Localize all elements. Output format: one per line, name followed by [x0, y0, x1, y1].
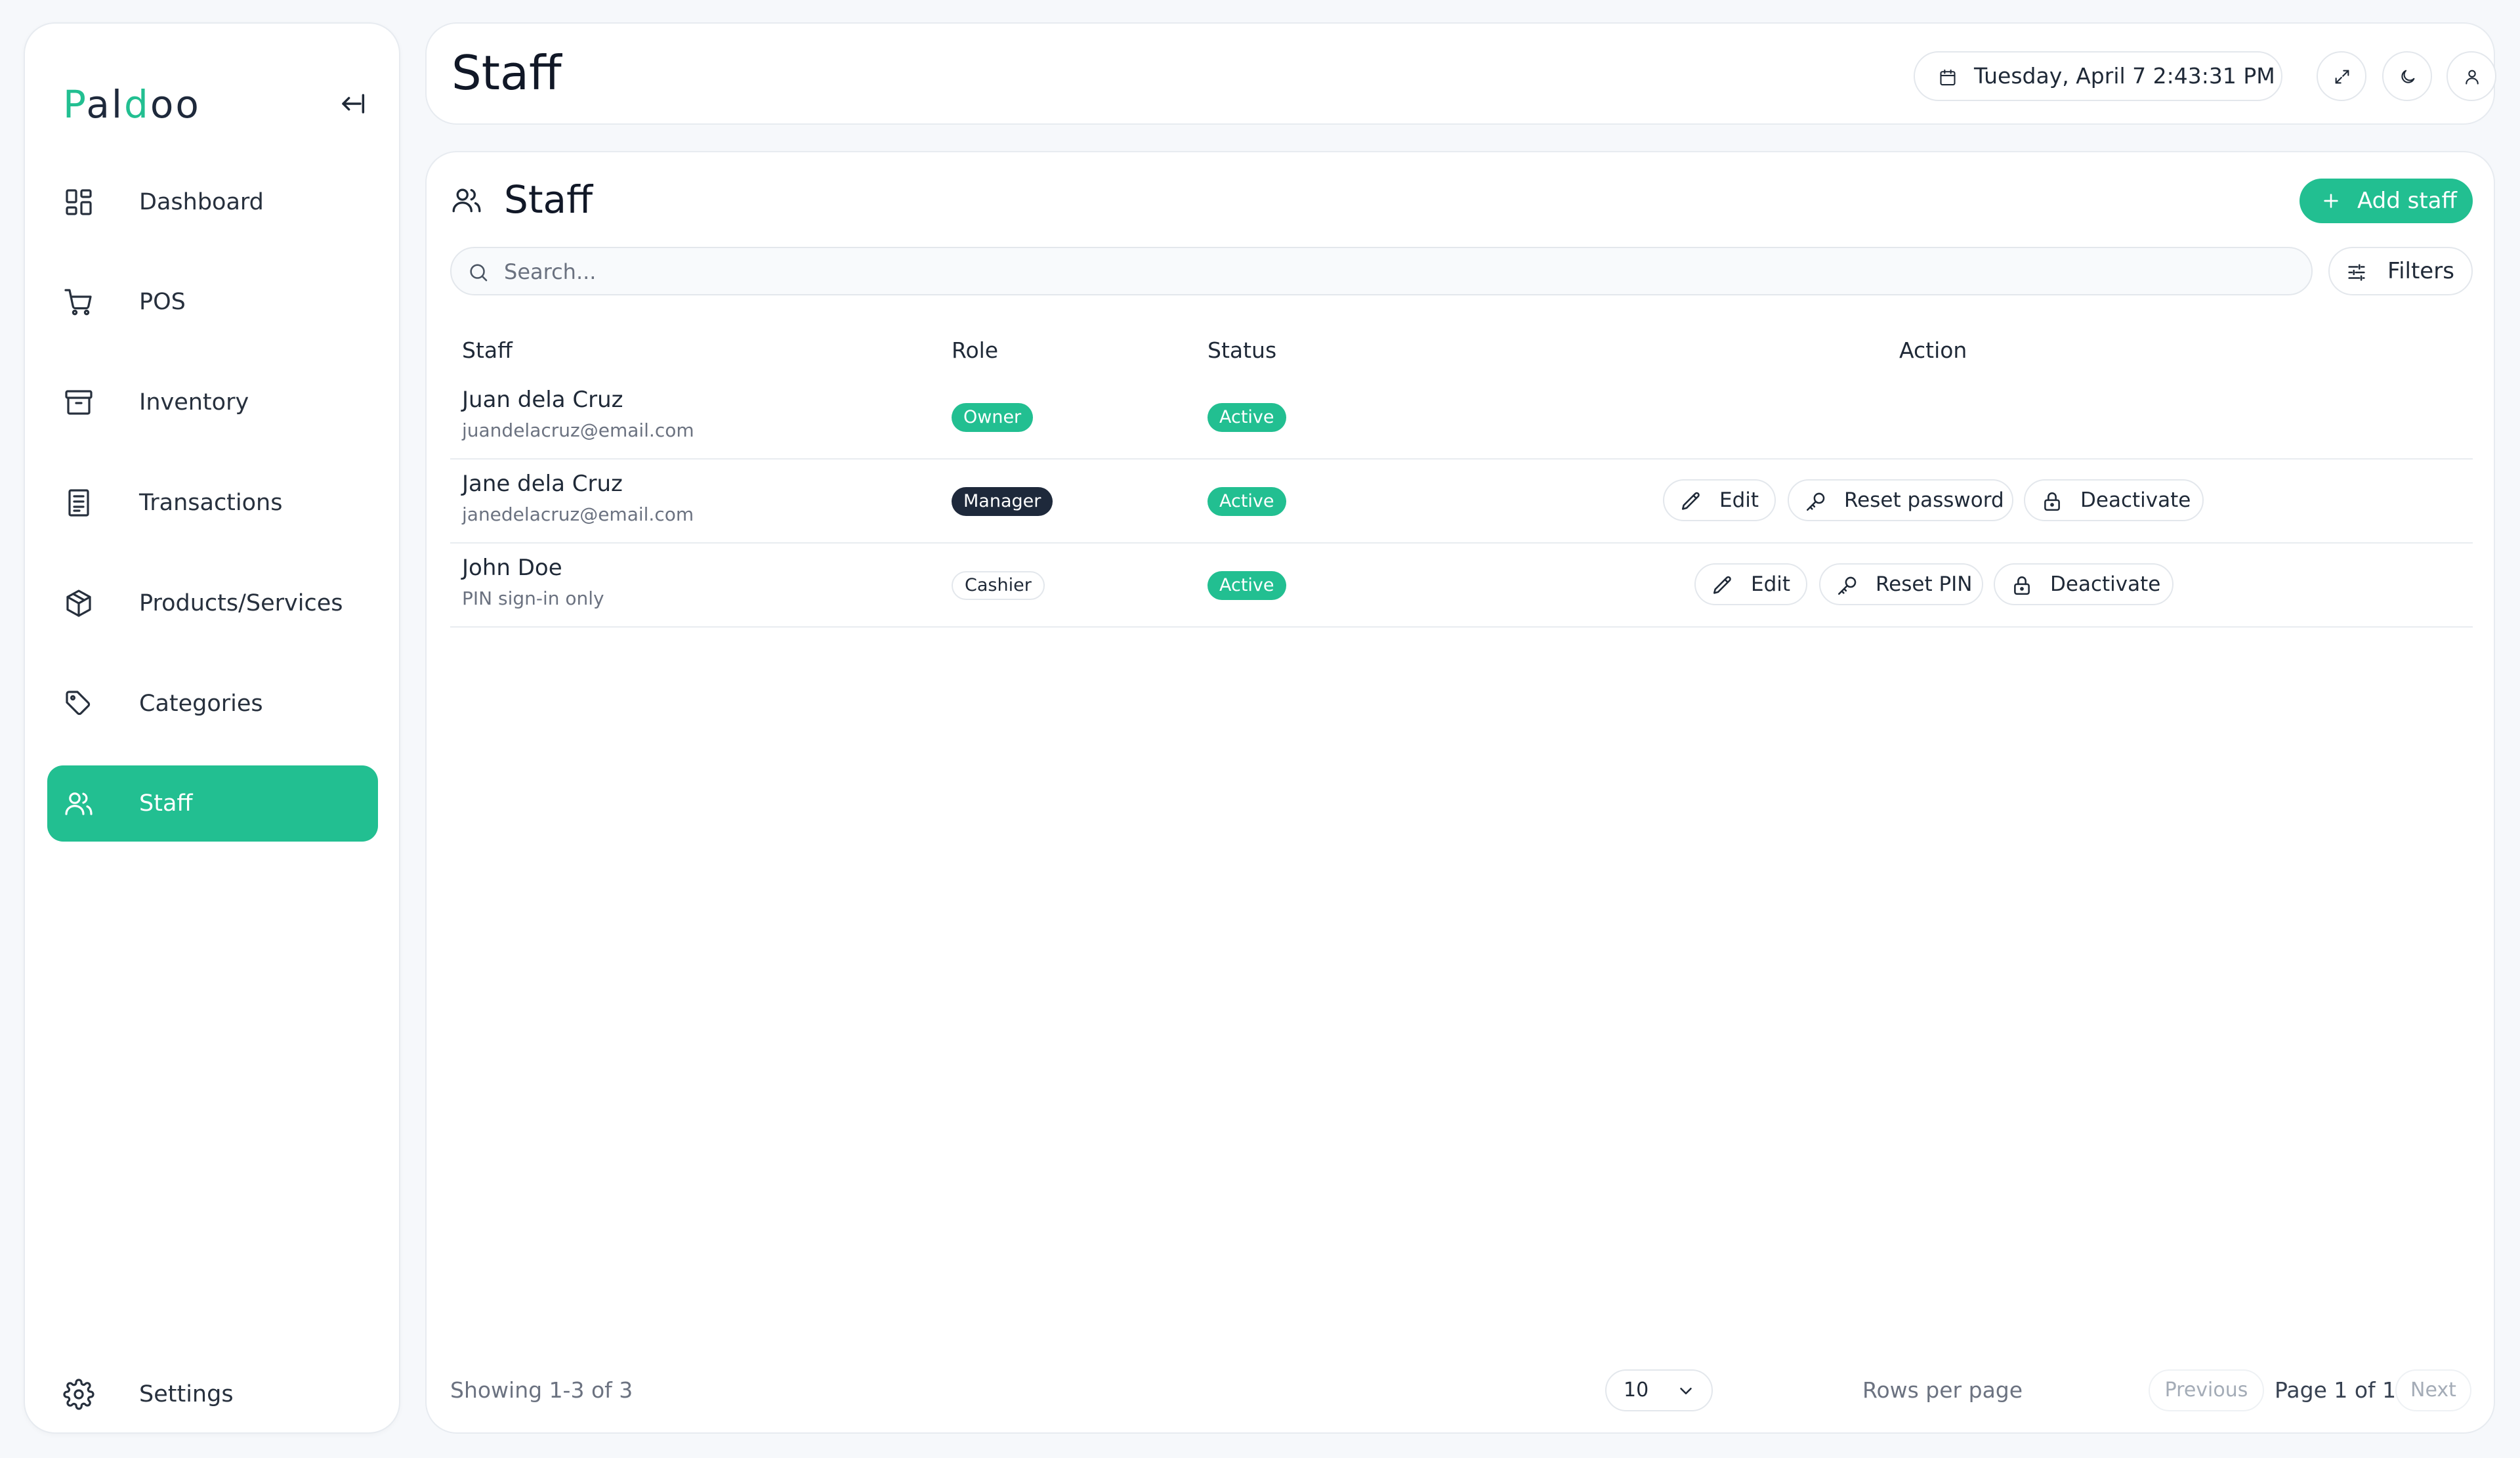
sidebar-item-label: Inventory: [139, 389, 249, 416]
rows-per-page-select[interactable]: 10: [1605, 1369, 1713, 1411]
sidebar-item-label: Dashboard: [139, 189, 264, 215]
next-page-button[interactable]: Next: [2395, 1369, 2471, 1411]
top-bar: Staff Tuesday, April 7 2:43:31 PM: [425, 22, 2496, 125]
add-staff-label: Add staff: [2357, 188, 2457, 214]
deactivate-label: Deactivate: [2050, 572, 2161, 596]
status-badge: Active: [1208, 403, 1286, 432]
column-header-staff[interactable]: Staff: [462, 336, 513, 365]
deactivate-button[interactable]: Deactivate: [2024, 479, 2204, 521]
sidebar-item-inventory[interactable]: Inventory: [47, 364, 378, 440]
search-input[interactable]: [504, 253, 2276, 290]
status-badge: Active: [1208, 571, 1286, 600]
sidebar-item-pos[interactable]: POS: [47, 264, 378, 340]
datetime-chip: Tuesday, April 7 2:43:31 PM: [1914, 51, 2282, 101]
archive-icon: [63, 387, 94, 418]
showing-count: Showing 1-3 of 3: [450, 1377, 633, 1403]
role-badge: Cashier: [952, 571, 1045, 600]
cart-icon: [63, 286, 94, 318]
gear-icon: [63, 1379, 94, 1410]
reset-password-button[interactable]: Reset password: [1788, 479, 2013, 521]
reset-password-label: Reset password: [1844, 488, 2004, 512]
column-header-action: Action: [1899, 337, 1967, 363]
role-badge: Owner: [952, 403, 1034, 432]
staff-email: juandelacruz@email.com: [462, 419, 694, 441]
status-badge: Active: [1208, 487, 1286, 516]
users-icon: [450, 184, 483, 217]
search-bar: [450, 247, 2313, 295]
edit-button[interactable]: Edit: [1694, 563, 1807, 605]
chevron-down-icon: [1676, 1381, 1696, 1401]
staff-signin-note: PIN sign-in only: [462, 588, 604, 609]
reset-pin-label: Reset PIN: [1876, 572, 1973, 596]
deactivate-label: Deactivate: [2080, 488, 2191, 512]
staff-name: Jane dela Cruz: [462, 471, 623, 497]
add-staff-button[interactable]: Add staff: [2300, 179, 2473, 223]
sliders-icon: [2345, 261, 2368, 284]
previous-page-button[interactable]: Previous: [2149, 1369, 2264, 1411]
table-row: John Doe PIN sign-in only Cashier Active…: [450, 544, 2473, 628]
edit-button[interactable]: Edit: [1663, 479, 1776, 521]
reset-pin-button[interactable]: Reset PIN: [1819, 563, 1983, 605]
table-row: Jane dela Cruz janedelacruz@email.com Ma…: [450, 460, 2473, 544]
column-header-role[interactable]: Role: [952, 336, 998, 365]
page-title: Staff: [452, 45, 562, 100]
rows-per-page-value: 10: [1624, 1379, 1649, 1402]
edit-label: Edit: [1751, 572, 1791, 596]
lock-icon: [2041, 490, 2063, 513]
package-icon: [63, 588, 94, 619]
key-icon: [1836, 574, 1858, 597]
column-header-status[interactable]: Status: [1208, 336, 1276, 365]
sidebar-item-settings[interactable]: Settings: [47, 1356, 378, 1432]
edit-label: Edit: [1719, 488, 1759, 512]
lock-icon: [2011, 574, 2033, 597]
page-info: Page 1 of 1: [2275, 1377, 2397, 1403]
sidebar-item-label: Transactions: [139, 490, 283, 516]
role-badge: Manager: [952, 487, 1053, 516]
calendar-icon: [1939, 68, 1957, 87]
pencil-icon: [1680, 490, 1702, 513]
staff-email: janedelacruz@email.com: [462, 504, 694, 525]
logo-letter-p: P: [63, 82, 87, 127]
logo-text-part2: oo: [150, 82, 201, 127]
sidebar-item-label: Products/Services: [139, 590, 343, 616]
search-icon: [467, 261, 490, 284]
logo-text-part1: al: [86, 82, 125, 127]
sidebar-item-label: Staff: [139, 790, 193, 817]
datetime-text: Tuesday, April 7 2:43:31 PM: [1974, 63, 2275, 89]
sidebar-item-label: POS: [139, 289, 186, 315]
filters-button[interactable]: Filters: [2328, 247, 2473, 295]
user-menu-button[interactable]: [2446, 51, 2496, 101]
pencil-icon: [1712, 574, 1734, 597]
sidebar-item-dashboard[interactable]: Dashboard: [47, 164, 378, 240]
tags-icon: [63, 688, 94, 719]
sidebar-item-products-services[interactable]: Products/Services: [47, 565, 378, 641]
sidebar-item-staff[interactable]: Staff: [47, 765, 378, 842]
theme-toggle-button[interactable]: [2382, 51, 2432, 101]
fullscreen-button[interactable]: [2317, 51, 2366, 101]
collapse-sidebar-icon[interactable]: [335, 87, 369, 121]
receipt-icon: [63, 487, 94, 519]
sidebar-item-transactions[interactable]: Transactions: [47, 465, 378, 541]
section-title: Staff: [504, 177, 593, 222]
sidebar-item-categories[interactable]: Categories: [47, 666, 378, 742]
staff-name: John Doe: [462, 555, 562, 581]
table-row: Juan dela Cruz juandelacruz@email.com Ow…: [450, 375, 2473, 460]
rows-per-page-label: Rows per page: [1862, 1377, 2023, 1403]
dashboard-icon: [63, 186, 94, 218]
expand-icon: [2335, 70, 2349, 84]
staff-card: Staff Add staff Filters Staff Role Statu…: [425, 151, 2495, 1434]
plus-icon: [2320, 190, 2342, 211]
deactivate-button[interactable]: Deactivate: [1994, 563, 2174, 605]
sidebar-item-label: Categories: [139, 691, 263, 717]
sidebar: Paldoo Dashboard POS Inventory Transacti…: [24, 22, 400, 1434]
filters-label: Filters: [2387, 258, 2454, 284]
user-icon: [2466, 70, 2479, 85]
logo-letter-d: d: [124, 82, 150, 127]
app-logo[interactable]: Paldoo: [63, 81, 201, 127]
moon-icon: [2401, 70, 2415, 83]
users-icon: [63, 788, 94, 819]
staff-name: Juan dela Cruz: [462, 387, 623, 413]
sidebar-item-label: Settings: [139, 1381, 234, 1407]
key-icon: [1805, 490, 1827, 513]
